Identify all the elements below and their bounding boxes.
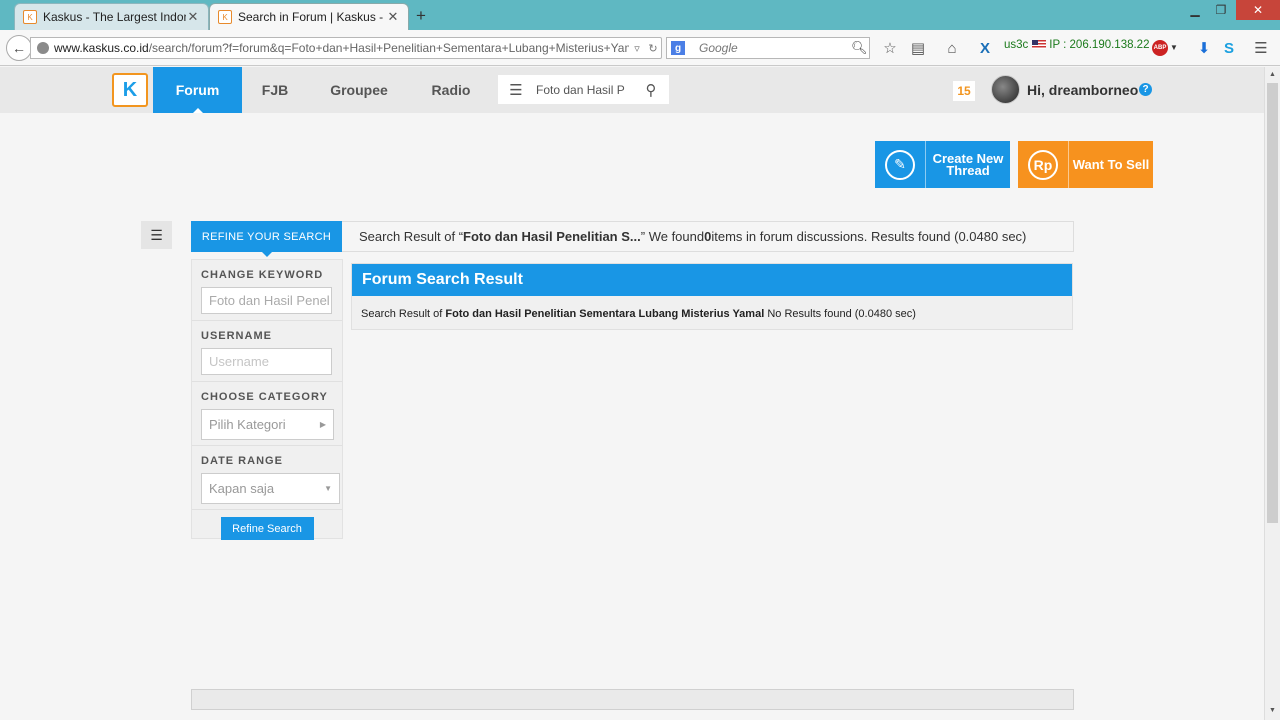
search-icon[interactable]: 🔍︎ xyxy=(851,40,869,56)
tab-title: Search in Forum | Kaskus - ... xyxy=(238,10,386,24)
reading-list-icon[interactable]: ▤ xyxy=(907,38,929,58)
reload-icon[interactable]: ↻ xyxy=(645,42,661,55)
want-to-sell-button[interactable]: Rp Want To Sell xyxy=(1018,141,1153,188)
url-dropdown-icon[interactable]: ▿ xyxy=(629,42,645,55)
address-bar[interactable]: www.kaskus.co.id/search/forum?f=forum&q=… xyxy=(30,37,662,59)
download-icon[interactable]: ⬇ xyxy=(1194,38,1214,58)
pencil-icon: ✎ xyxy=(875,141,926,188)
username-label: USERNAME xyxy=(201,330,272,342)
keyword-label: CHANGE KEYWORD xyxy=(201,269,324,281)
refine-sidebar: CHANGE KEYWORD Foto dan Hasil Penel USER… xyxy=(191,259,343,540)
chevron-down-icon: ▼ xyxy=(324,484,332,493)
results-message: Search Result of Foto dan Hasil Peneliti… xyxy=(361,308,916,320)
site-header: K Forum FJB Groupee Radio ☰ Foto dan Has… xyxy=(0,67,1264,113)
restore-window-icon[interactable]: ❐ xyxy=(1208,0,1234,20)
google-icon[interactable]: g xyxy=(671,41,685,55)
create-new-thread-button[interactable]: ✎ Create New Thread xyxy=(875,141,1010,188)
keyword-section: CHANGE KEYWORD Foto dan Hasil Penel xyxy=(192,260,342,321)
help-icon[interactable]: ? xyxy=(1139,83,1152,96)
refine-search-button[interactable]: Refine Search xyxy=(220,517,314,540)
search-icon[interactable]: ⚲ xyxy=(633,81,669,99)
scroll-down-icon[interactable]: ▼ xyxy=(1267,704,1278,718)
forum-search-results: Forum Search Result Search Result of Fot… xyxy=(351,263,1073,330)
page-scrollbar[interactable]: ▲ ▼ xyxy=(1264,67,1280,720)
date-range-select[interactable]: Kapan saja ▼ xyxy=(201,473,340,504)
close-tab-icon[interactable]: ✕ xyxy=(186,9,200,25)
date-label: DATE RANGE xyxy=(201,455,283,467)
list-icon[interactable]: ☰ xyxy=(498,81,534,99)
browser-tab-search[interactable]: K Search in Forum | Kaskus - ... ✕ xyxy=(209,3,409,30)
footer-bar xyxy=(191,689,1074,710)
adblock-icon[interactable]: ABP xyxy=(1152,40,1168,56)
search-summary: Search Result of “Foto dan Hasil Penelit… xyxy=(342,221,1074,252)
refine-search-tab[interactable]: REFINE YOUR SEARCH xyxy=(191,221,342,257)
minimize-window-icon[interactable]: ▁ xyxy=(1182,0,1208,20)
home-icon[interactable]: ⌂ xyxy=(941,38,963,58)
browser-tab-bar: K Kaskus - The Largest Indon... ✕ K Sear… xyxy=(0,0,1280,30)
nav-forum[interactable]: Forum xyxy=(153,67,242,113)
create-thread-label: Thread xyxy=(946,162,990,178)
bookmark-star-icon[interactable]: ☆ xyxy=(879,38,901,58)
browser-search-box[interactable]: g Google 🔍︎ xyxy=(666,37,870,59)
browser-nav-bar: ← www.kaskus.co.id/search/forum?f=forum&… xyxy=(0,30,1280,66)
close-tab-icon[interactable]: ✕ xyxy=(386,9,400,25)
username-section: USERNAME Username xyxy=(192,321,342,382)
nav-groupee[interactable]: Groupee xyxy=(320,67,398,113)
category-label: CHOOSE CATEGORY xyxy=(201,391,328,403)
tab-title: Kaskus - The Largest Indon... xyxy=(43,10,186,24)
url-text: www.kaskus.co.id/search/forum?f=forum&q=… xyxy=(54,41,629,55)
nav-fjb[interactable]: FJB xyxy=(250,67,300,113)
want-to-sell-label: Want To Sell xyxy=(1072,156,1150,172)
category-section: CHOOSE CATEGORY Pilih Kategori ▶ xyxy=(192,382,342,446)
x-extension-icon[interactable]: X xyxy=(975,38,995,58)
user-greeting[interactable]: Hi, dreamborneo xyxy=(1027,82,1138,98)
category-select[interactable]: Pilih Kategori ▶ xyxy=(201,409,334,440)
scrollbar-thumb[interactable] xyxy=(1267,83,1278,523)
keyword-input[interactable]: Foto dan Hasil Penel xyxy=(201,287,332,314)
rupiah-icon: Rp xyxy=(1018,141,1069,188)
kaskus-logo-icon[interactable]: K xyxy=(112,73,148,107)
results-title: Forum Search Result xyxy=(352,264,1072,296)
menu-icon[interactable]: ☰ xyxy=(1250,38,1272,58)
new-tab-button[interactable]: + xyxy=(416,6,426,26)
globe-icon xyxy=(37,42,49,54)
username-input[interactable]: Username xyxy=(201,348,332,375)
nav-radio[interactable]: Radio xyxy=(422,67,480,113)
search-engine-placeholder: Google xyxy=(699,41,738,55)
us-flag-icon xyxy=(1032,40,1047,49)
header-search-input[interactable]: Foto dan Hasil P xyxy=(534,83,633,97)
header-search[interactable]: ☰ Foto dan Hasil P ⚲ xyxy=(498,75,669,104)
avatar[interactable] xyxy=(991,75,1020,104)
scroll-up-icon[interactable]: ▲ xyxy=(1267,68,1278,82)
ip-info[interactable]: us3c IP : 206.190.138.22 xyxy=(1004,39,1149,51)
back-arrow-icon[interactable]: ← xyxy=(6,35,32,61)
kaskus-favicon-icon: K xyxy=(218,10,232,24)
chevron-right-icon: ▶ xyxy=(319,420,326,429)
date-section: DATE RANGE Kapan saja ▼ xyxy=(192,446,342,510)
skype-icon[interactable]: S xyxy=(1219,38,1239,58)
browser-tab-kaskus-home[interactable]: K Kaskus - The Largest Indon... ✕ xyxy=(14,3,209,30)
kaskus-favicon-icon: K xyxy=(23,10,37,24)
sidebar-toggle-icon[interactable]: ☰ xyxy=(141,221,172,249)
page-content: K Forum FJB Groupee Radio ☰ Foto dan Has… xyxy=(0,67,1264,720)
notification-badge[interactable]: 15 xyxy=(953,81,975,101)
close-window-icon[interactable]: ✕ xyxy=(1236,0,1280,20)
chevron-down-icon[interactable]: ▼ xyxy=(1170,43,1178,52)
